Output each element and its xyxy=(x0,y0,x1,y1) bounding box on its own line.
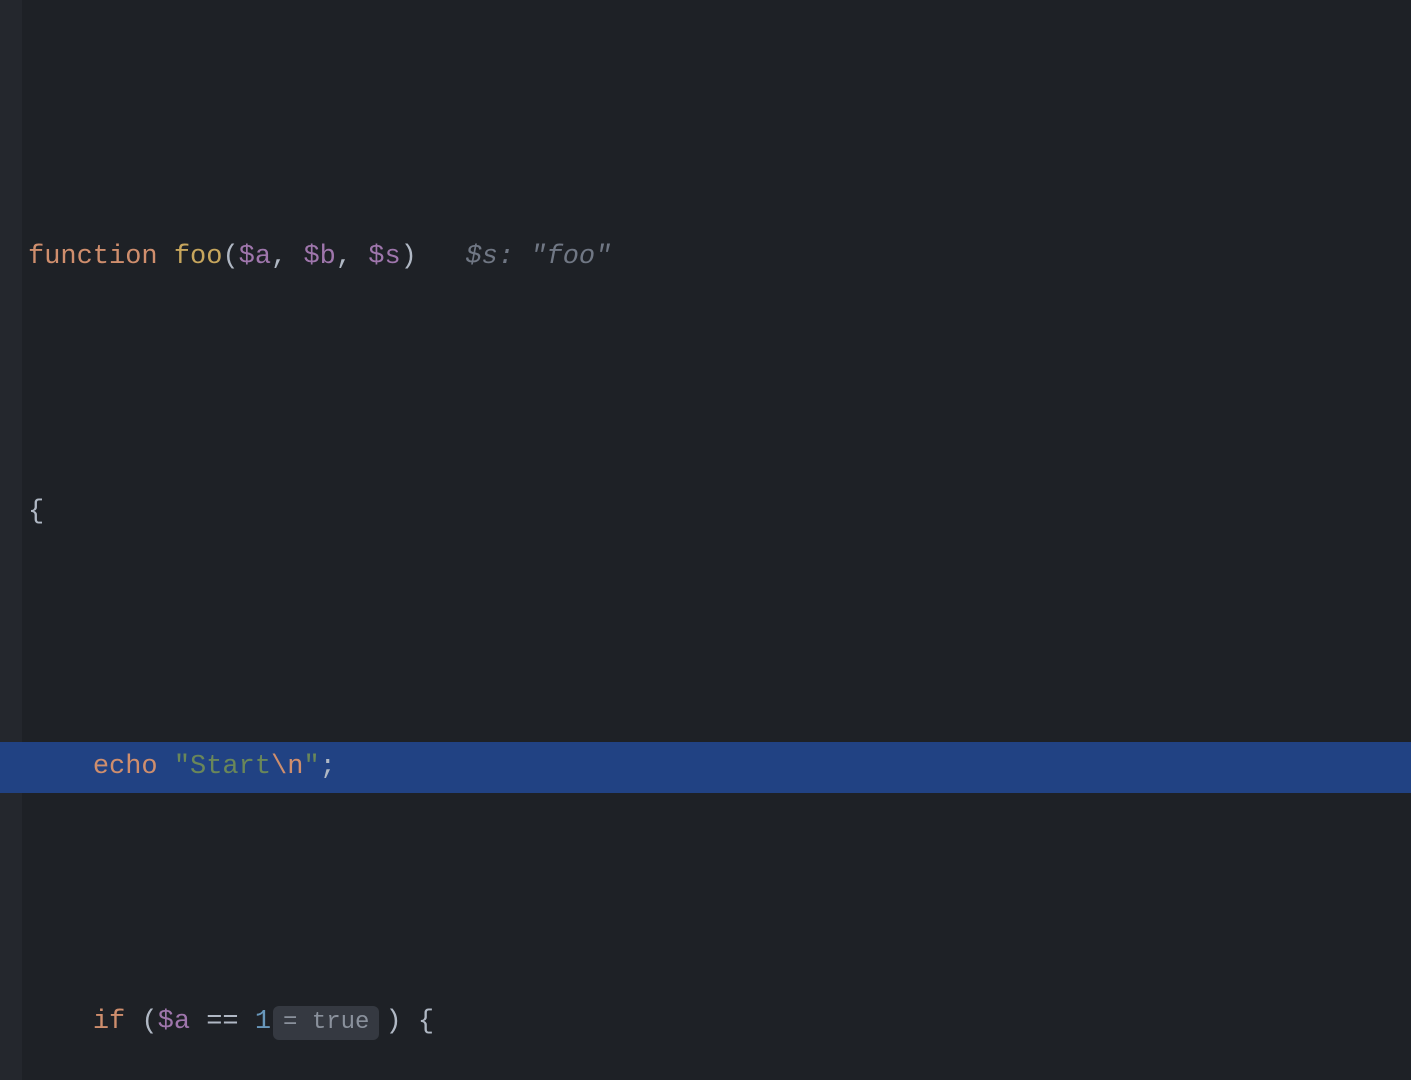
keyword-echo: echo xyxy=(93,742,158,793)
keyword-if: if xyxy=(93,997,125,1048)
semicolon: ; xyxy=(320,742,336,793)
inline-value-hint: $s: "foo" xyxy=(465,232,611,283)
operator-eq: == xyxy=(190,997,255,1048)
escape-sequence: \n xyxy=(271,752,303,782)
paren-close: ) xyxy=(401,232,417,283)
paren-open: ( xyxy=(222,232,238,283)
param-a: $a xyxy=(239,232,271,283)
string-literal: "Start\n" xyxy=(174,742,320,793)
brace-open: { xyxy=(28,487,44,538)
code-line[interactable]: if ($a == 1= true) { xyxy=(0,997,1411,1048)
function-name: foo xyxy=(174,232,223,283)
code-line[interactable]: function foo($a, $b, $s) $s: "foo" xyxy=(0,232,1411,283)
code-line[interactable]: { xyxy=(0,487,1411,538)
keyword-function: function xyxy=(28,232,158,283)
var-a: $a xyxy=(158,997,190,1048)
code-editor[interactable]: function foo($a, $b, $s) $s: "foo" { ech… xyxy=(0,0,1411,1080)
param-b: $b xyxy=(303,232,335,283)
param-s: $s xyxy=(368,232,400,283)
current-line[interactable]: echo "Start\n"; xyxy=(0,742,1411,793)
number-literal: 1 xyxy=(255,997,271,1048)
inline-eval-hint-true: = true xyxy=(273,1006,379,1040)
